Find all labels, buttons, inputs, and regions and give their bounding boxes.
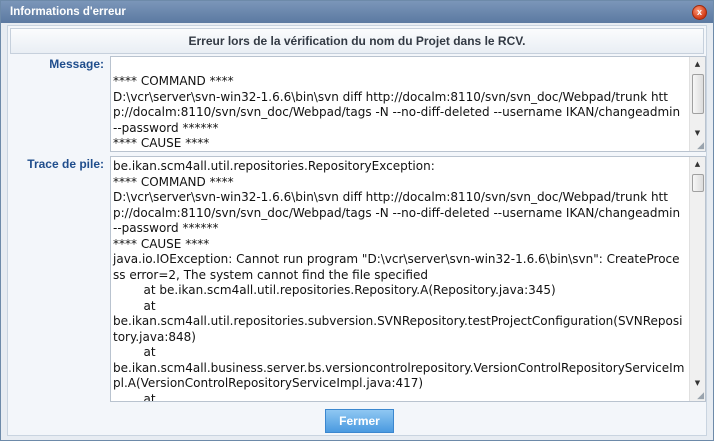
- stack-trace-label: Trace de pile:: [27, 157, 104, 171]
- dialog-title: Informations d'erreur: [10, 6, 126, 18]
- resize-grip-icon[interactable]: ◢: [694, 391, 704, 401]
- close-button[interactable]: Fermer: [325, 409, 394, 433]
- scroll-down-icon[interactable]: ▼: [690, 376, 705, 391]
- close-icon[interactable]: x: [692, 5, 707, 20]
- resize-grip-icon[interactable]: ◢: [694, 141, 704, 151]
- dialog-content: Erreur lors de la vérification du nom du…: [7, 25, 707, 436]
- stack-trace-scrollbar[interactable]: ▲ ▼: [689, 157, 705, 401]
- message-scrollbar[interactable]: ▲ ▼: [689, 57, 705, 151]
- error-dialog: Informations d'erreur x Erreur lors de l…: [0, 0, 714, 441]
- scroll-up-icon[interactable]: ▲: [690, 57, 705, 72]
- error-header: Erreur lors de la vérification du nom du…: [10, 28, 704, 54]
- stack-trace-scroll-thumb[interactable]: [692, 174, 704, 192]
- message-label: Message:: [49, 57, 104, 71]
- stack-trace-textarea[interactable]: be.ikan.scm4all.util.repositories.Reposi…: [110, 156, 706, 402]
- message-text: **** COMMAND **** D:\vcr\server\svn-win3…: [113, 74, 681, 150]
- scroll-down-icon[interactable]: ▼: [690, 126, 705, 141]
- message-scroll-thumb[interactable]: [692, 74, 704, 114]
- stack-trace-text: be.ikan.scm4all.util.repositories.Reposi…: [113, 159, 685, 402]
- scroll-up-icon[interactable]: ▲: [690, 157, 705, 172]
- dialog-title-bar[interactable]: Informations d'erreur x: [1, 1, 713, 23]
- message-textarea[interactable]: **** COMMAND **** D:\vcr\server\svn-win3…: [110, 56, 706, 152]
